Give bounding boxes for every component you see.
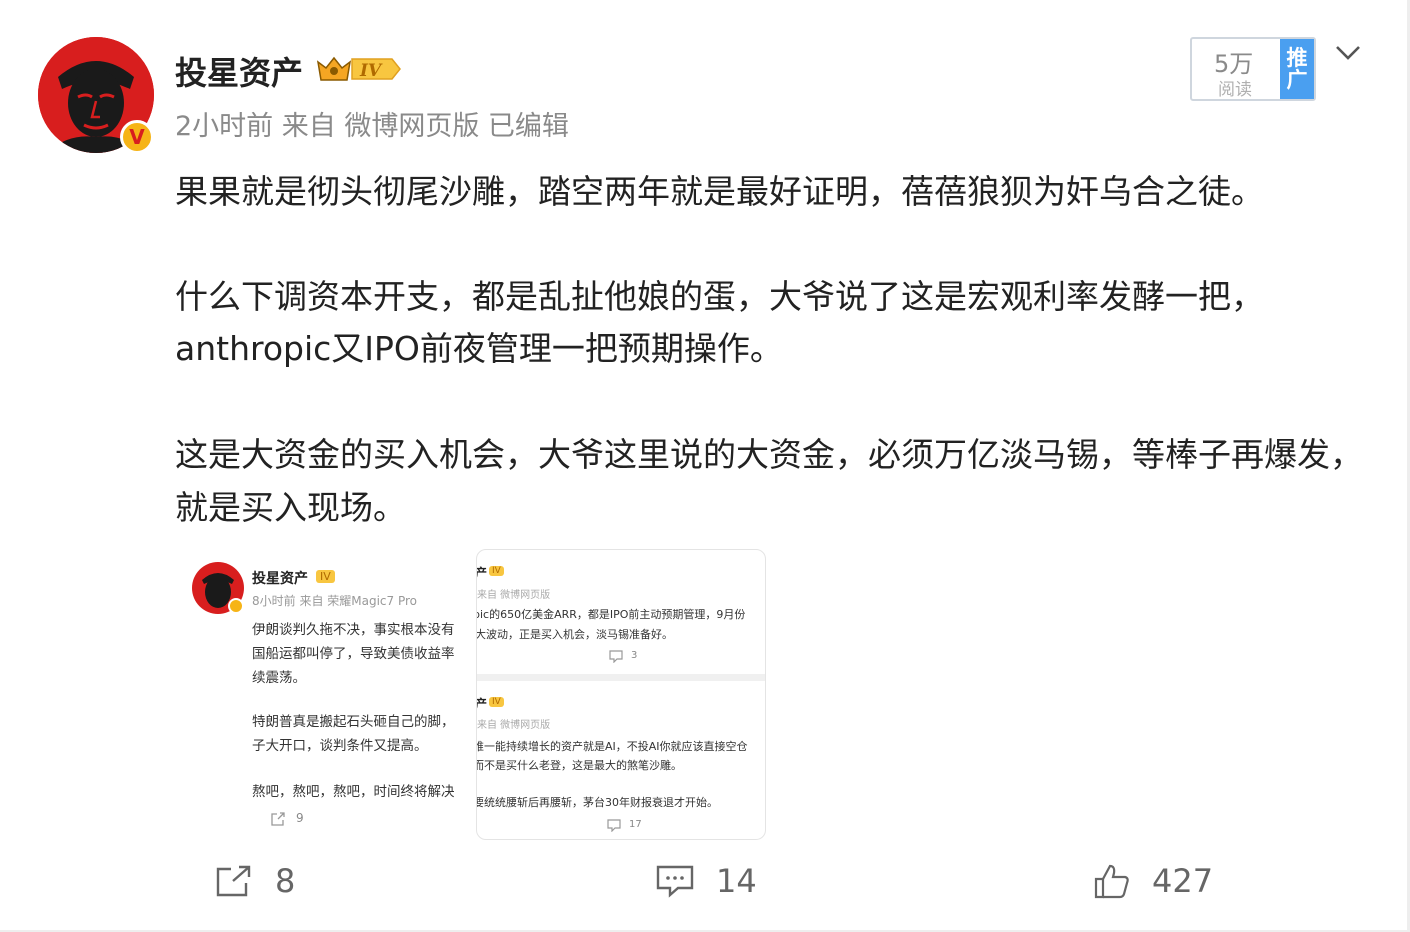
post-text-line-5: 就是买入现场。: [175, 488, 406, 527]
vip-level-badge[interactable]: IV: [316, 54, 402, 88]
thumb-level-badge: IV: [489, 697, 504, 707]
thumb-line: 而不是买什么老登，这是最大的煞笔沙雕。: [476, 759, 682, 772]
comment-icon: [609, 650, 623, 663]
comment-icon: [607, 819, 621, 832]
post-meta: 2小时前 来自 微博网页版 已编辑: [175, 111, 569, 142]
thumb-line: 唯一能持续增长的资产就是AI，不投AI你就应该直接空仓: [476, 740, 748, 753]
comment-button[interactable]: 14: [656, 862, 757, 900]
vip-level-text: IV: [359, 61, 383, 81]
thumb-meta: 来自 微博网页版: [477, 720, 551, 731]
thumb-line: 大波动，正是买入机会，淡马锡准备好。: [476, 628, 673, 641]
comment-count: 14: [716, 862, 757, 900]
thumb-meta: 8小时前 来自 荣耀Magic7 Pro: [252, 594, 418, 608]
crown-icon: IV: [316, 56, 401, 81]
read-label: 阅读: [1218, 80, 1252, 100]
thumb-comment-count: 17: [629, 819, 642, 830]
comment-icon: [656, 865, 694, 898]
like-count: 427: [1152, 862, 1214, 900]
thumb-line: 熬吧，熬吧，熬吧，时间终将解决: [252, 784, 455, 800]
thumb-line: 续震荡。: [252, 670, 306, 686]
thumb-avatar-image: [192, 562, 244, 614]
thumb-divider: [477, 674, 765, 681]
thumb-author-name: 产: [476, 697, 488, 711]
post-text-line-4: 这是大资金的买入机会，大爷这里说的大资金，必须万亿淡马锡，等棒子再爆发，: [175, 435, 1363, 474]
share-icon: [271, 812, 285, 826]
post-text-line-3: anthropic又IPO前夜管理一把预期操作。: [175, 329, 783, 368]
chevron-down-icon: [1336, 46, 1360, 60]
thumb-comment-count: 3: [631, 650, 638, 661]
thumb-author-name: 产: [476, 566, 488, 580]
share-count: 8: [275, 862, 296, 900]
thumb-line: 子大开口，谈判条件又提高。: [252, 738, 428, 754]
thumbs-up-icon: [1094, 864, 1129, 899]
share-button[interactable]: 8: [215, 862, 295, 900]
author-name[interactable]: 投星资产: [175, 48, 303, 94]
thumb-line: 伊朗谈判久拖不决，事实根本没有: [252, 622, 455, 638]
thumb-level-badge: IV: [489, 566, 504, 576]
post-text-line-1: 果果就是彻头彻尾沙雕，踏空两年就是最好证明，蓓蓓狼狈为奸乌合之徒。: [175, 172, 1264, 211]
thumb-share-count: 9: [296, 811, 304, 825]
thumb-author-name: 投星资产: [252, 571, 308, 587]
share-icon: [216, 865, 251, 897]
thumb-line: 国船运都叫停了，导致美债收益率: [252, 646, 455, 662]
thumb-line: pic的650亿美金ARR，都是IPO前主动预期管理，9月份: [476, 608, 746, 621]
promote-button[interactable]: 推广: [1280, 39, 1314, 99]
more-menu[interactable]: [1334, 42, 1362, 66]
thumb-meta: 来自 微博网页版: [477, 590, 551, 601]
read-count: 5万: [1214, 50, 1254, 78]
post-image-2[interactable]: 产 IV 来自 微博网页版 pic的650亿美金ARR，都是IPO前主动预期管理…: [476, 549, 766, 840]
like-button[interactable]: 427: [1094, 862, 1213, 900]
post-text-line-2: 什么下调资本开支，都是乱扯他娘的蛋，大爷说了这是宏观利率发酵一把，: [175, 277, 1264, 316]
post-image-1[interactable]: 投星资产 IV 8小时前 来自 荣耀Magic7 Pro 伊朗谈判久拖不决，事实…: [176, 548, 474, 840]
thumb-level-badge: IV: [316, 570, 335, 583]
thumb-line: 要统统腰斩后再腰斩，茅台30年财报衰退才开始。: [476, 796, 718, 809]
read-count-box[interactable]: 5万 阅读 推广: [1190, 37, 1316, 101]
verified-badge: V: [120, 120, 154, 154]
thumb-line: 特朗普真是搬起石头砸自己的脚，: [252, 714, 455, 730]
